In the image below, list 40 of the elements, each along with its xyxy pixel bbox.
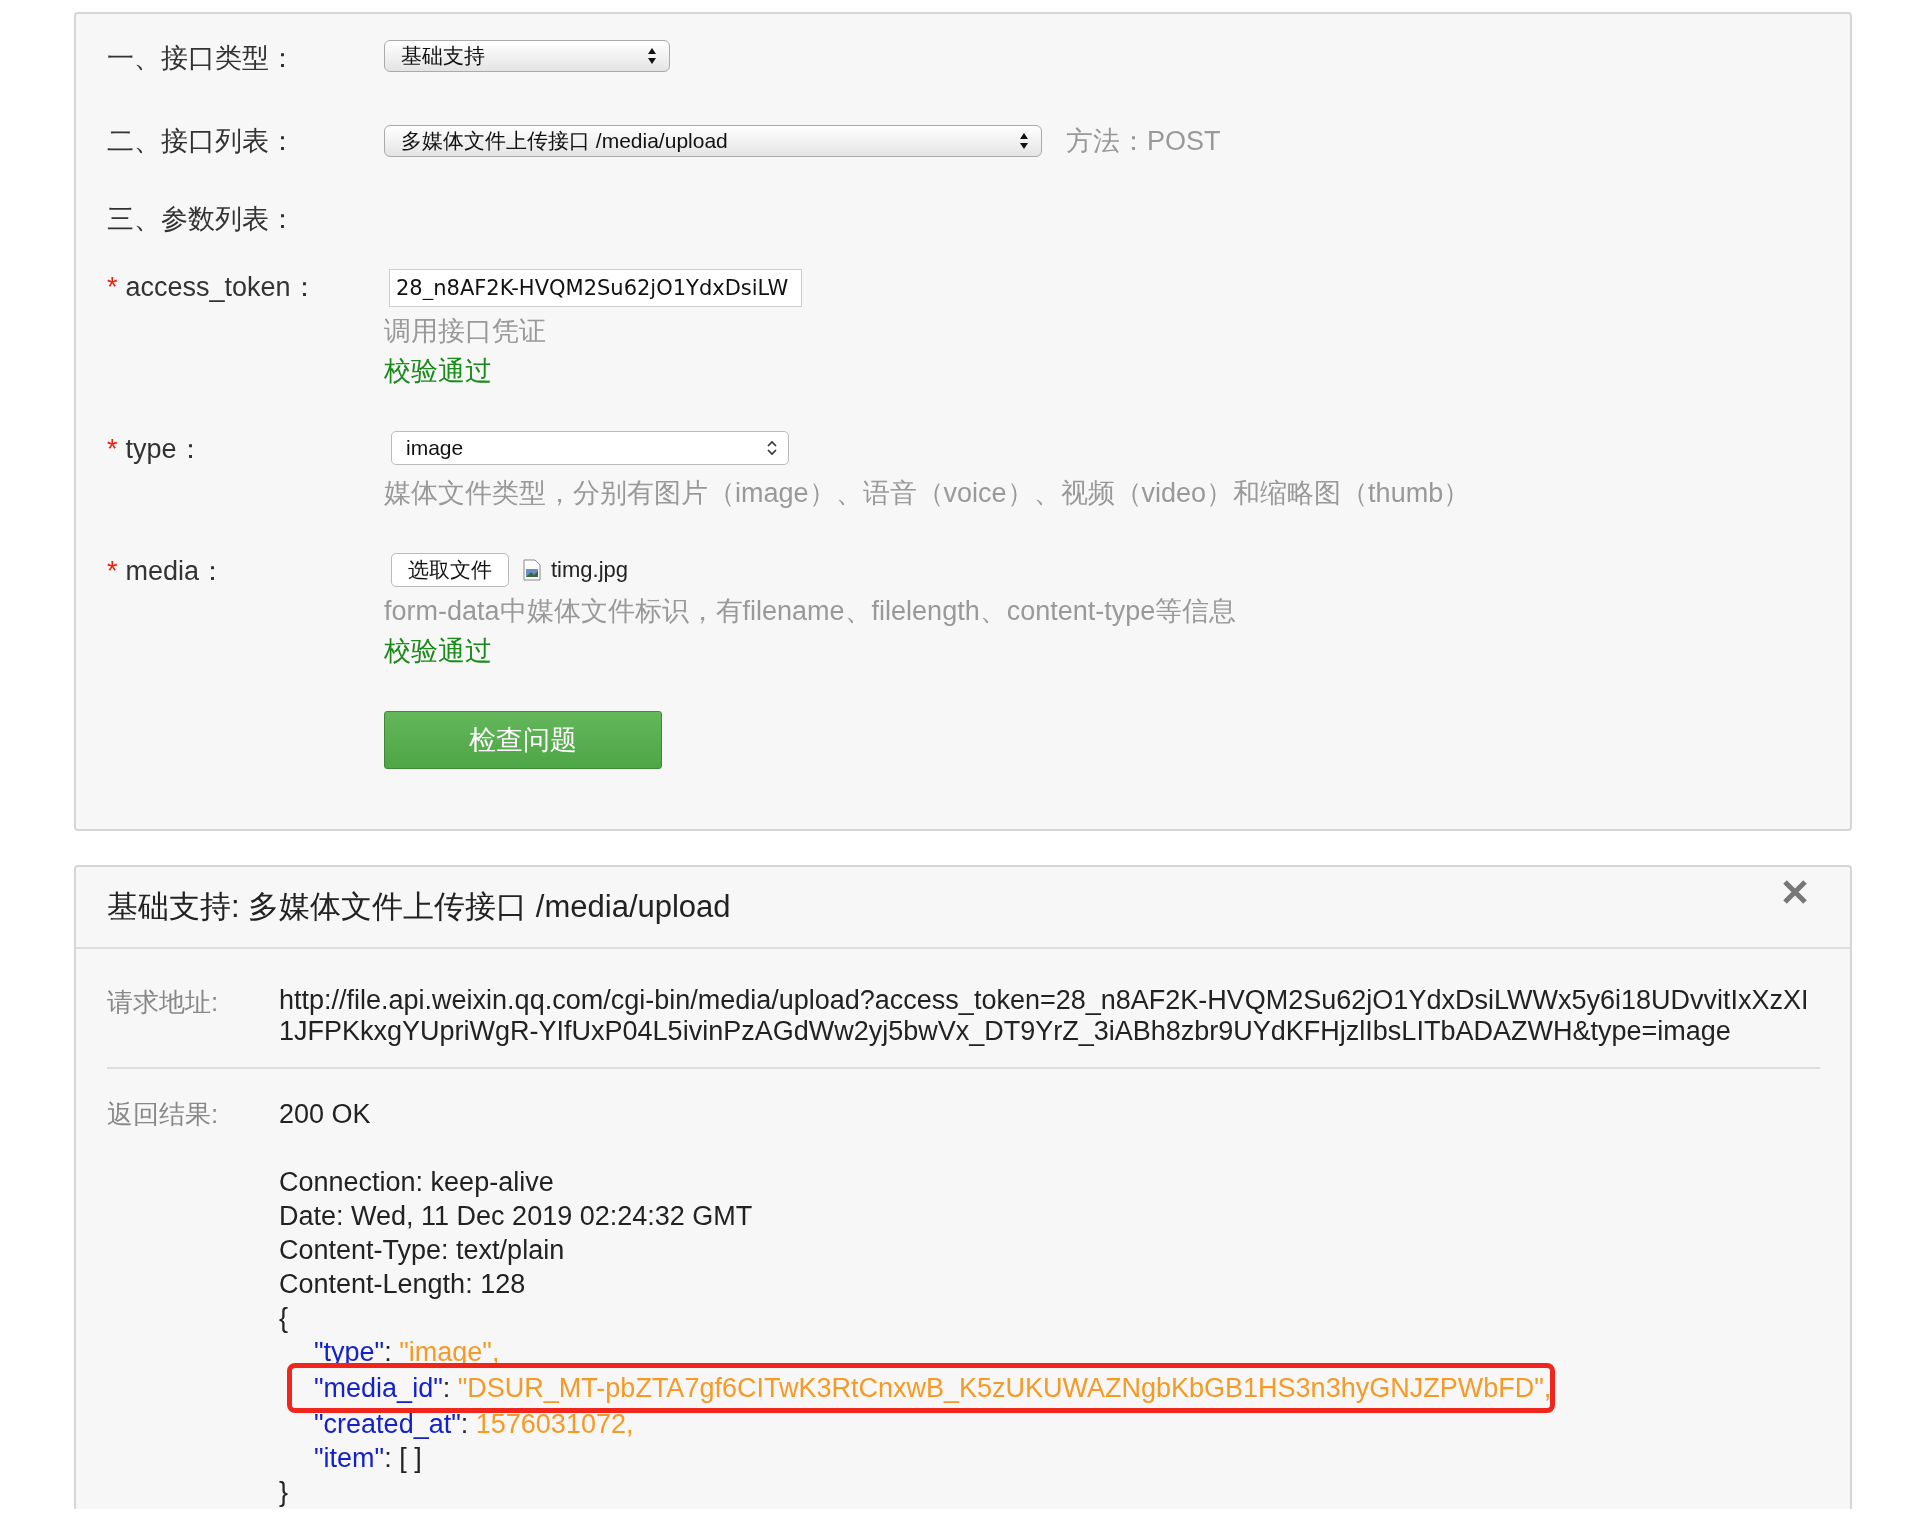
code-line: "media_id": "DSUR_MT-pbZTA7gf6CITwK3RtCnxwB_K5zUKUWAZNgbKbGB1HS3n3hyGNJZPWbFD", (313, 1372, 1552, 1405)
required-mark: * (107, 556, 118, 586)
code-line: "item": [ ] (313, 1442, 423, 1475)
close-icon (1782, 879, 1808, 905)
required-mark: * (107, 434, 118, 464)
header-line: Content-Type: text/plain (279, 1234, 566, 1267)
code-line: { (279, 1302, 290, 1335)
hint-text: 调用接口凭证 (384, 315, 547, 348)
status-line: 200 OK (279, 1098, 372, 1131)
up-down-chevron-icon (766, 439, 778, 457)
response-label: 返回结果: (107, 1098, 220, 1131)
up-down-arrows-icon (1019, 132, 1029, 150)
up-down-arrows-icon (647, 47, 657, 65)
interface-type-select[interactable]: 基础支持 (384, 40, 670, 72)
field-label: 三、参数列表： (107, 204, 296, 234)
method-label: 方法：POST (1066, 125, 1221, 158)
token-input[interactable]: 28_n8AF2K-HVQM2Su62jO1YdxDsiLW (389, 269, 802, 307)
validation-message: 校验通过 (384, 635, 493, 668)
param-name: type： (125, 434, 204, 464)
request-url: http://file.api.weixin.qq.com/cgi-bin/media/upload?access_token=28_n8AF2K-HVQM2Su62jO1YdxDsiLWWx5y6i18UDvvitIxXzXI1JFPKkxgYUpriWgR-YIfUxP04L5ivinPzAGdWw2yj5bwVx_DT9YrZ_3iABh8zbr9UYdKFHjzlIbsLITbADAZWH&type=image (279, 985, 1810, 1047)
hint-text: 媒体文件类型，分别有图片（image）、语音（voice）、视频（video）和缩略图（thumb） (384, 477, 1471, 510)
request-label: 请求地址: (107, 986, 220, 1019)
validation-message: 校验通过 (384, 355, 493, 388)
code-line: } (279, 1476, 290, 1509)
choose-file-button[interactable]: 选取文件 (391, 553, 509, 587)
type-select[interactable]: image (391, 431, 789, 465)
field-label: 一、接口类型： (107, 43, 296, 73)
param-name: media： (125, 556, 227, 586)
image-file-icon (523, 559, 541, 581)
param-name: access_token： (125, 272, 318, 302)
code-line: "created_at": 1576031072, (313, 1408, 635, 1441)
header-line: Content-Length: 128 (279, 1268, 527, 1301)
header-line: Connection: keep-alive (279, 1166, 555, 1199)
interface-list-select[interactable]: 多媒体文件上传接口 /media/upload (384, 125, 1042, 157)
required-mark: * (107, 272, 118, 302)
panel-title: 基础支持: 多媒体文件上传接口 /media/upload (107, 888, 731, 926)
header-line: Date: Wed, 11 Dec 2019 02:24:32 GMT (279, 1200, 754, 1233)
field-label: 二、接口列表： (107, 126, 296, 156)
hint-text: form-data中媒体文件标识，有filename、filelength、content-type等信息 (384, 595, 1237, 628)
file-name: timg.jpg (551, 557, 629, 583)
